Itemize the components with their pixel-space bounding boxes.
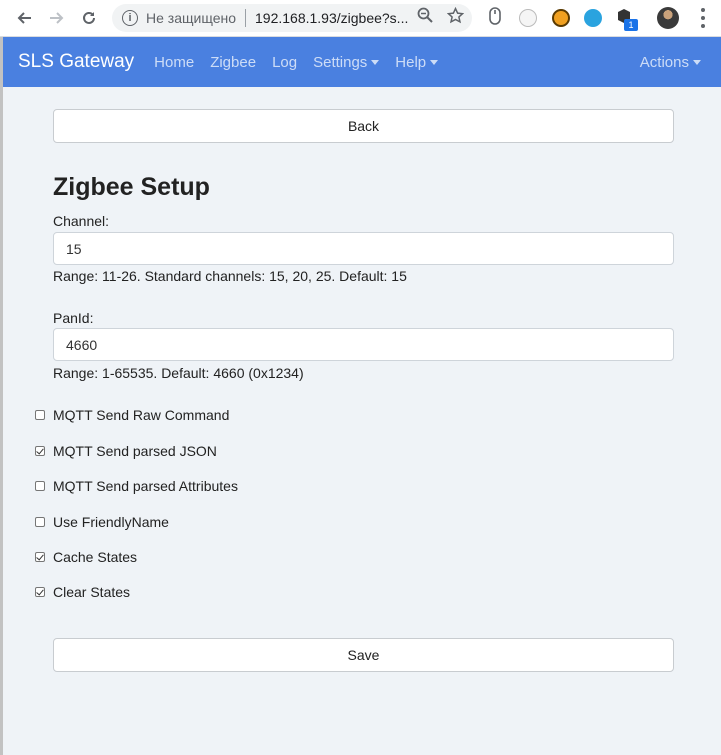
info-icon[interactable]: i [122,10,138,26]
checkbox-box[interactable] [35,446,45,456]
page-title: Zigbee Setup [53,173,210,201]
window-edge [0,37,3,755]
m-extension-icon[interactable] [519,9,537,27]
mouse-extension-icon[interactable] [489,7,501,29]
profile-avatar[interactable] [657,7,679,29]
panid-label: PanId: [53,310,94,326]
browser-toolbar: i Не защищено 192.168.1.93/zigbee?s... 1 [0,0,721,37]
channel-help-text: Range: 11-26. Standard channels: 15, 20,… [53,268,407,284]
caret-down-icon [693,59,701,65]
nav-log-label: Log [272,53,298,71]
panid-input[interactable] [53,328,674,361]
back-arrow-icon[interactable] [11,5,37,31]
checkbox-clear-states[interactable]: Clear States [35,582,130,602]
back-button[interactable]: Back [53,109,674,143]
nav-help-label: Help [395,53,427,71]
checkbox-box[interactable] [35,481,45,491]
checkbox-label: Use FriendlyName [53,514,169,530]
checkbox-label: MQTT Send Raw Command [53,407,230,423]
save-button[interactable]: Save [53,638,674,672]
telegram-icon[interactable] [584,9,602,27]
nav-home[interactable]: Home [154,54,194,71]
checkbox-label: MQTT Send parsed JSON [53,443,217,459]
checkbox-box[interactable] [35,587,45,597]
checkbox-label: Cache States [53,549,138,565]
nav-help-dropdown[interactable]: Help [395,53,439,71]
url-text: 192.168.1.93/zigbee?s... [255,10,409,26]
nav-settings-label: Settings [313,53,368,71]
checkbox-label: Clear States [53,584,131,600]
browser-menu-icon[interactable] [700,8,706,28]
brand-link[interactable]: SLS Gateway [18,51,134,73]
extension-badge: 1 [624,19,638,31]
checkbox-mqtt-parsed-attributes[interactable]: MQTT Send parsed Attributes [35,476,238,496]
checkbox-label: MQTT Send parsed Attributes [53,478,238,494]
caret-down-icon [371,59,380,65]
checkbox-mqtt-parsed-json[interactable]: MQTT Send parsed JSON [35,441,217,461]
panid-help-text: Range: 1-65535. Default: 4660 (0x1234) [53,365,304,381]
checkbox-cache-states[interactable]: Cache States [35,547,137,567]
nav-zigbee-label: Zigbee [210,53,257,71]
checkbox-box[interactable] [35,410,45,420]
nav-zigbee[interactable]: Zigbee [210,54,256,71]
channel-input[interactable] [53,232,674,265]
nav-actions-label: Actions [639,53,689,71]
app-navbar: SLS Gateway Home Zigbee Log Settings Hel… [3,37,721,87]
checkbox-use-friendlyname[interactable]: Use FriendlyName [35,512,169,532]
security-label: Не защищено [146,10,236,26]
channel-label: Channel: [53,213,110,229]
nav-settings-dropdown[interactable]: Settings [313,53,380,71]
zoom-icon[interactable] [417,7,433,27]
nav-home-label: Home [154,53,195,71]
text-extension-icon[interactable] [552,9,570,27]
checkbox-box[interactable] [35,552,45,562]
nav-log[interactable]: Log [272,54,297,71]
bookmark-star-icon[interactable] [446,6,465,28]
checkbox-box[interactable] [35,517,45,527]
omnibox-divider [245,9,246,27]
caret-down-icon [430,59,439,65]
forward-arrow-icon[interactable] [44,5,70,31]
nav-actions-dropdown[interactable]: Actions [640,54,701,71]
reload-icon[interactable] [76,5,102,31]
checkbox-mqtt-raw-command[interactable]: MQTT Send Raw Command [35,405,229,425]
